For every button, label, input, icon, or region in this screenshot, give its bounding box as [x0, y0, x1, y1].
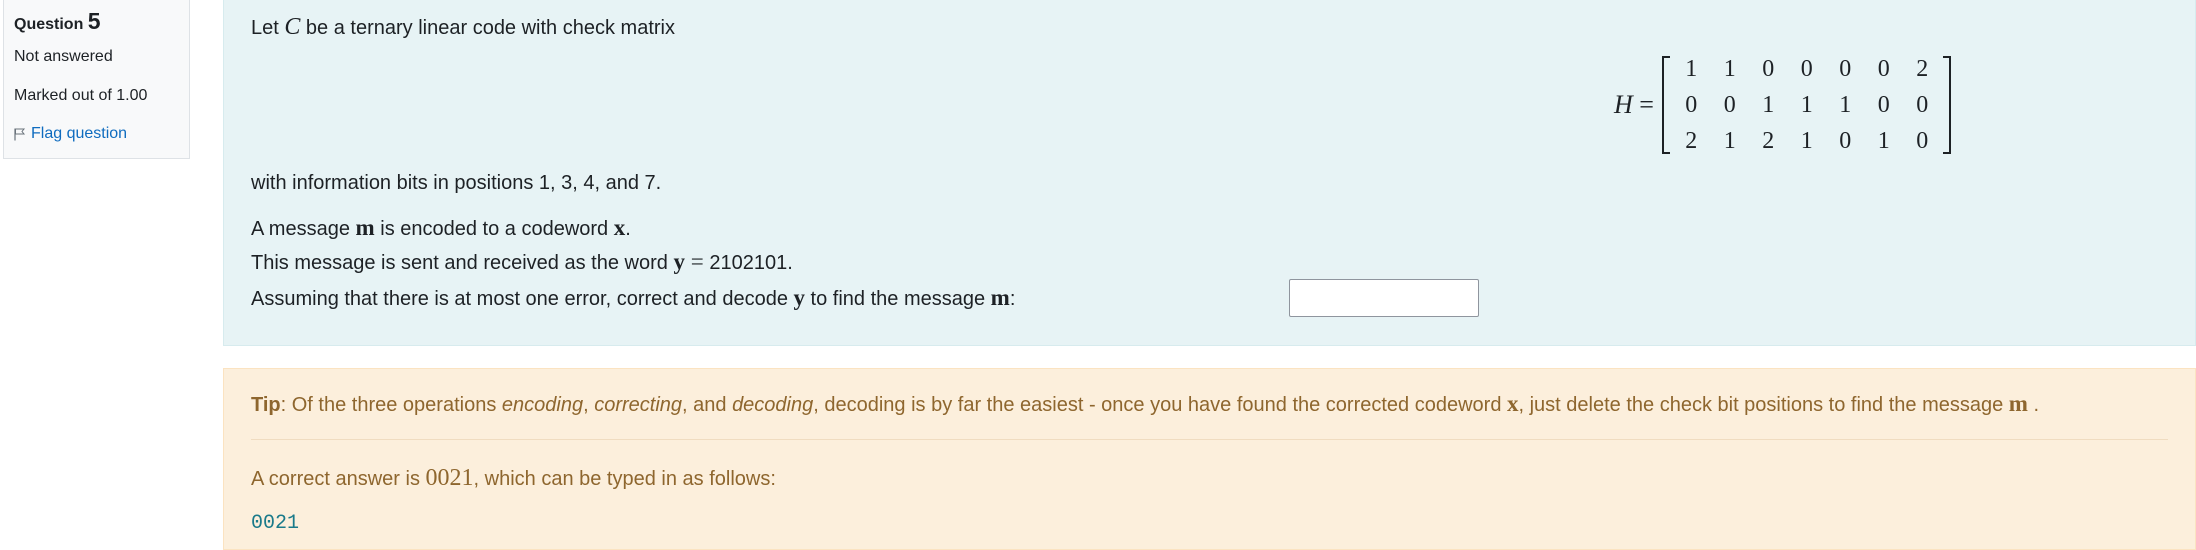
received-word: 2102101 — [709, 252, 788, 274]
question-content: Let C be a ternary linear code with chec… — [223, 0, 2196, 346]
matrix-cell: 0 — [1839, 128, 1852, 154]
matrix-cell: 0 — [1800, 56, 1813, 82]
question-grade: Marked out of 1.00 — [14, 87, 148, 104]
sent-text-end: . — [787, 252, 793, 274]
correct-answer-text: A correct answer is 0021, which can be t… — [251, 465, 776, 492]
answer-text-end: , which can be typed in as follows: — [473, 468, 776, 490]
x-symbol-tip: x — [1507, 391, 1519, 416]
flag-question-label: Flag question — [31, 125, 128, 142]
matrix-cell: 0 — [1877, 92, 1890, 118]
question-number-value: 5 — [87, 8, 101, 34]
matrix-cell: 1 — [1723, 56, 1736, 82]
matrix-cell: 1 — [1877, 128, 1890, 154]
matrix-cell: 0 — [1877, 56, 1890, 82]
matrix-cell: 1 — [1839, 92, 1852, 118]
matrix-cell: 0 — [1916, 92, 1929, 118]
m-symbol: m — [355, 215, 375, 240]
matrix-cell: 0 — [1916, 128, 1929, 154]
y-symbol: y — [673, 249, 685, 274]
x-symbol: x — [613, 215, 626, 240]
tip-text: Tip: Of the three operations encoding, c… — [251, 391, 2039, 417]
right-bracket — [1943, 56, 1952, 154]
flag-question-link[interactable]: Flag question — [14, 125, 179, 143]
matrix-cell: 2 — [1916, 56, 1929, 82]
question-number: Question 5 — [14, 8, 179, 34]
flag-icon — [14, 128, 26, 140]
tip-correcting: correcting — [594, 394, 683, 416]
sent-text-start: This message is sent and received as the… — [251, 252, 674, 274]
ask-text-end: : — [1009, 288, 1016, 310]
matrix-cell: 1 — [1800, 128, 1813, 154]
tip-encoding: encoding — [501, 394, 584, 416]
tip-part-2: , — [583, 394, 595, 416]
matrix-cell: 1 — [1723, 128, 1736, 154]
matrix-grid: 110000200111002121010 — [1672, 51, 1942, 159]
question-info-panel: Question 5 Not answered Marked out of 1.… — [3, 0, 190, 159]
matrix-cell: 0 — [1762, 56, 1775, 82]
tip-part-6: . — [2027, 394, 2040, 416]
y-symbol-2: y — [793, 285, 806, 310]
sent-line: This message is sent and received as the… — [251, 249, 793, 274]
tip-part-4: , decoding is by far the easiest - once … — [813, 394, 1507, 416]
answer-text-start: A correct answer is — [251, 468, 426, 490]
message-line: A message m is encoded to a codeword x. — [251, 215, 631, 241]
m-symbol-tip: m — [2008, 391, 2028, 416]
matrix-cell: 2 — [1762, 128, 1775, 154]
check-matrix: H = 110000200111002121010 — [1614, 55, 1952, 155]
feedback-divider — [251, 439, 2168, 440]
matrix-cell: 0 — [1685, 92, 1698, 118]
matrix-cell: 1 — [1685, 56, 1698, 82]
question-state: Not answered — [14, 48, 113, 65]
matrix-cell: 1 — [1762, 92, 1775, 118]
answer-input[interactable] — [1289, 279, 1479, 317]
matrix-equation-label: H = — [1614, 90, 1654, 119]
matrix-cell: 0 — [1723, 92, 1736, 118]
feedback-panel: Tip: Of the three operations encoding, c… — [223, 368, 2196, 550]
tip-part-1: : Of the three operations — [280, 394, 502, 416]
typed-answer: 0021 — [251, 512, 300, 535]
message-text-end: . — [625, 218, 631, 240]
code-symbol: C — [284, 14, 301, 40]
matrix-cell: 0 — [1839, 56, 1852, 82]
info-bits-text: with information bits in positions 1, 3,… — [251, 172, 662, 194]
tip-label: Tip — [251, 394, 281, 416]
question-intro: Let C be a ternary linear code with chec… — [251, 14, 675, 41]
tip-part-5: , just delete the check bit positions to… — [1518, 394, 2009, 416]
intro-text-start: Let — [251, 17, 285, 39]
matrix-cell: 1 — [1800, 92, 1813, 118]
question-label: Question — [14, 16, 84, 33]
tip-decoding: decoding — [732, 394, 814, 416]
ask-line: Assuming that there is at most one error… — [251, 285, 1015, 311]
message-text-start: A message — [251, 218, 356, 240]
tip-part-3: , and — [682, 394, 733, 416]
message-text-mid: is encoded to a codeword — [374, 218, 614, 240]
correct-answer-value: 0021 — [425, 465, 474, 491]
matrix-cell: 2 — [1685, 128, 1698, 154]
ask-text-mid: to find the message — [805, 288, 991, 310]
ask-text-start: Assuming that there is at most one error… — [251, 288, 794, 310]
left-bracket — [1661, 56, 1670, 154]
matrix-symbol: H — [1614, 90, 1633, 119]
intro-text-end: be a ternary linear code with check matr… — [300, 17, 675, 39]
m-symbol-2: m — [990, 285, 1010, 310]
